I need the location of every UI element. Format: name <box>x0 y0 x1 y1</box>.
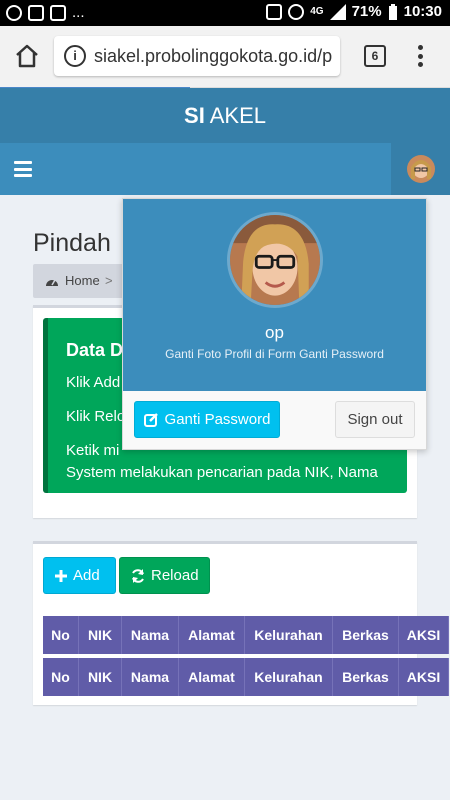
sidebar-toggle-icon[interactable] <box>14 161 32 177</box>
address-bar[interactable]: i siakel.probolinggokota.go.id/p <box>54 36 340 76</box>
edit-icon <box>143 413 158 427</box>
column-header[interactable]: Nama <box>122 616 179 654</box>
app-logo[interactable]: SI AKEL <box>0 88 450 143</box>
home-icon[interactable] <box>14 43 40 69</box>
user-avatar-large <box>227 212 323 308</box>
user-name: op <box>265 323 284 342</box>
page-title: Pindah <box>33 229 111 257</box>
user-header: op Ganti Foto Profil di Form Ganti Passw… <box>123 199 426 391</box>
breadcrumb-separator: > <box>105 273 113 288</box>
column-footer: AKSI <box>399 658 449 696</box>
tab-switcher-button[interactable]: 6 <box>364 45 386 67</box>
column-header[interactable]: Kelurahan <box>245 616 333 654</box>
top-navbar <box>0 143 450 195</box>
breadcrumb-home[interactable]: Home <box>45 273 100 288</box>
table-header-row: No NIK Nama Alamat Kelurahan Berkas AKSI <box>43 616 449 654</box>
browser-menu-icon[interactable] <box>410 42 430 70</box>
change-password-button[interactable]: Ganti Password <box>134 401 280 438</box>
user-menu-footer: Ganti Password Sign out <box>123 391 426 449</box>
battery-level: 71% <box>351 3 382 20</box>
column-footer: No <box>43 658 79 696</box>
data-table-box: Add Reload No NIK Nama Alamat Kelurahan … <box>33 541 449 705</box>
url-text: siakel.probolinggokota.go.id/p <box>94 46 333 66</box>
info-icon[interactable]: i <box>64 45 86 67</box>
breadcrumb-home-label: Home <box>65 273 100 288</box>
column-footer: Berkas <box>333 658 399 696</box>
callout-line-1: Klik Add <box>66 374 121 391</box>
status-bar: ... 4G 71% 10:30 <box>0 0 450 26</box>
network-type: 4G <box>310 6 324 17</box>
add-button[interactable]: Add <box>43 557 116 594</box>
change-password-label: Ganti Password <box>164 411 271 428</box>
column-footer: Kelurahan <box>245 658 333 696</box>
add-button-label: Add <box>73 567 100 584</box>
callout-heading: Data D <box>66 340 124 360</box>
refresh-icon <box>132 568 144 583</box>
column-header[interactable]: Berkas <box>333 616 399 654</box>
reload-button-label: Reload <box>151 567 199 584</box>
battery-icon <box>388 3 397 20</box>
column-footer: Alamat <box>179 658 245 696</box>
callout-line-4: System melakukan pencarian pada NIK, Nam… <box>66 464 378 481</box>
whatsapp-icon <box>6 4 22 21</box>
user-dropdown-menu: op Ganti Foto Profil di Form Ganti Passw… <box>122 198 427 450</box>
camera-notification-icon <box>50 4 66 21</box>
plus-icon <box>55 569 67 582</box>
callout-line-3: Ketik mi <box>66 442 120 459</box>
dashboard-icon <box>46 279 58 286</box>
column-footer: Nama <box>122 658 179 696</box>
image-notification-icon <box>28 4 44 21</box>
profile-photo-note: Ganti Foto Profil di Form Ganti Password <box>165 347 384 361</box>
column-header[interactable]: Alamat <box>179 616 245 654</box>
clock: 10:30 <box>403 3 442 20</box>
more-notifications: ... <box>72 4 85 21</box>
user-menu-toggle[interactable] <box>391 143 450 195</box>
column-header[interactable]: AKSI <box>399 616 449 654</box>
alarm-icon <box>266 3 283 20</box>
column-header[interactable]: NIK <box>79 616 122 654</box>
column-footer: NIK <box>79 658 122 696</box>
logo-bold: SI <box>184 103 205 128</box>
reload-button[interactable]: Reload <box>119 557 210 594</box>
signal-icon <box>329 3 346 20</box>
callout-line-2: Klik Relo <box>66 408 126 425</box>
user-avatar-small <box>407 155 435 183</box>
vibrate-icon <box>288 3 305 20</box>
browser-toolbar: i siakel.probolinggokota.go.id/p 6 <box>0 26 450 88</box>
logo-rest: AKEL <box>209 103 266 128</box>
column-header[interactable]: No <box>43 616 79 654</box>
sign-out-button[interactable]: Sign out <box>335 401 415 438</box>
table-footer-row: No NIK Nama Alamat Kelurahan Berkas AKSI <box>43 658 449 696</box>
